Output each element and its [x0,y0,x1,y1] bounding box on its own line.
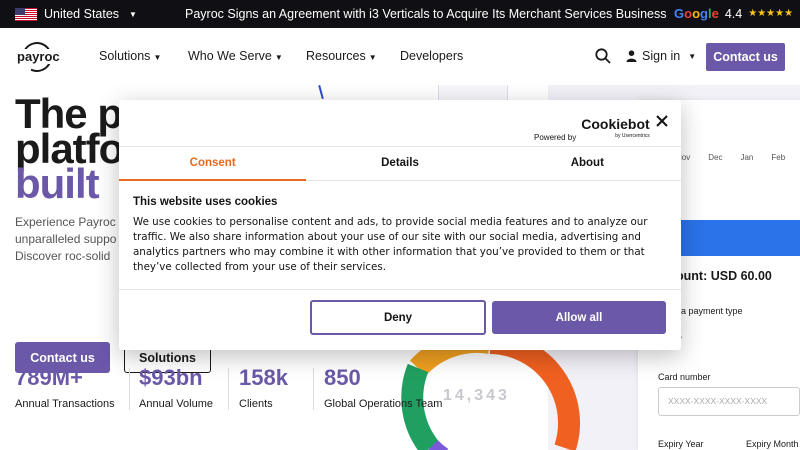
chevron-down-icon: ▼ [153,53,162,62]
stat-value: $93bn [139,365,203,390]
header-contact-button[interactable]: Contact us [706,43,785,71]
nav-label: Developers [400,49,464,63]
decorative-line [318,84,324,100]
nav-developers[interactable]: Developers [400,49,463,63]
stat-label: Global Operations Team [324,398,443,410]
stat-clients: 158k Clients [239,365,288,411]
stat-value: 850 [324,365,361,390]
hero-subtitle: Experience Payroc unparalleled suppo Dis… [15,214,130,265]
us-flag-icon [15,7,37,21]
stat-transactions: 789M+ Annual Transactions [15,365,115,411]
google-logo-icon: Google [674,6,719,21]
nav-label: Solutions [99,49,151,63]
sign-in-label: Sign in [642,49,681,63]
powered-by-label: Powered by [534,133,577,142]
expiry-month-label: Expiry Month [746,439,799,449]
rating-value: 4.4 [724,6,743,21]
payment-type-label: t a payment type [676,306,743,316]
hero-sub-line: Discover roc-solid [15,249,111,263]
month-label: Feb [771,153,786,162]
tab-about[interactable]: About [494,147,681,180]
month-axis: Nov Dec Jan Feb Ma [676,153,800,162]
decorative-panel [438,85,508,100]
logo-wordmark: payroc [16,49,61,64]
stat-divider [228,368,229,410]
payroc-logo[interactable]: payroc [14,37,62,77]
sign-in-menu[interactable]: Sign in ▼ [626,49,696,63]
announcement-link[interactable]: Payroc Signs an Agreement with i3 Vertic… [185,7,666,21]
expiry-year-label: Expiry Year [658,439,704,449]
hero-sub-line: unparalleled suppo [15,232,117,246]
nav-solutions[interactable]: Solutions ▼ [99,49,161,63]
card-number-input[interactable]: XXXX-XXXX-XXXX-XXXX [658,387,800,416]
region-label: United States [44,7,120,21]
stat-label: Annual Transactions [15,398,115,410]
divider [119,289,681,290]
deny-button[interactable]: Deny [310,300,486,335]
stat-operations: 850 Global Operations Team [324,365,443,411]
month-label: Jan [740,153,754,162]
chevron-down-icon: ▼ [688,51,697,61]
region-selector[interactable]: United States ▼ [15,7,137,21]
stat-volume: $93bn Annual Volume [139,365,213,411]
stat-value: 158k [239,365,288,390]
close-icon[interactable] [655,114,669,128]
cookie-consent-dialog: Powered by Cookiebot by Usercentrics Con… [119,100,681,350]
search-icon[interactable] [594,47,612,65]
google-rating[interactable]: Google 4.4 ★★★★★ [674,6,793,21]
stat-divider [129,368,130,410]
chevron-down-icon: ▼ [274,53,283,62]
hero-sub-line: Experience Payroc [15,215,116,229]
allow-all-button[interactable]: Allow all [492,301,666,334]
chevron-down-icon: ▼ [368,53,377,62]
chevron-down-icon: ▼ [129,9,137,19]
month-label: Dec [708,153,723,162]
cookie-tabs: Consent Details About [119,146,681,181]
stat-label: Clients [239,398,273,410]
tab-details[interactable]: Details [306,147,493,180]
hero-title: The p platfo built [15,93,124,205]
top-bar: United States ▼ Payroc Signs an Agreemen… [0,0,800,28]
site-header: payroc Solutions ▼ Who We Serve ▼ Resource… [0,28,800,85]
stat-label: Annual Volume [139,398,213,410]
nav-resources[interactable]: Resources ▼ [306,49,377,63]
cookie-title: This website uses cookies [133,196,278,208]
stat-value: 789M+ [15,365,83,390]
card-number-label: Card number [658,372,711,382]
payment-amount: ount: USD 60.00 [676,269,772,283]
tab-consent[interactable]: Consent [119,147,307,181]
rating-stars-icon: ★★★★★ [748,8,794,19]
stat-divider [313,368,314,410]
nav-who-we-serve[interactable]: Who We Serve ▼ [188,49,283,63]
nav-label: Who We Serve [188,49,272,63]
nav-label: Resources [306,49,366,63]
user-icon [626,50,637,62]
cookiebot-branding: Powered by Cookiebot by Usercentrics [534,117,650,142]
donut-count: 14,343 [443,387,510,404]
cookie-body: We use cookies to personalise content an… [133,216,648,273]
cookiebot-logo: Cookiebot by Usercentrics [581,117,649,142]
